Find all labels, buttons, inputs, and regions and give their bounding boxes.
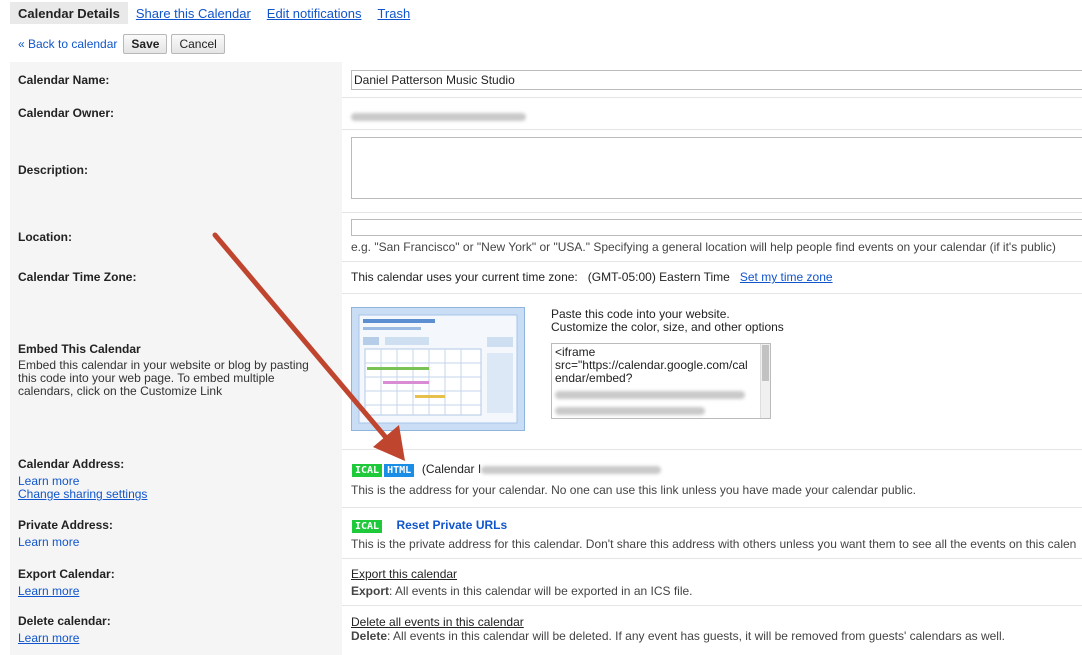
location-label: Location: — [18, 230, 72, 244]
address-note: This is the address for your calendar. N… — [351, 483, 916, 497]
tab-share-calendar[interactable]: Share this Calendar — [128, 2, 259, 24]
embed-paste-text: Paste this code into your website. — [551, 307, 730, 321]
delete-all-events-link[interactable]: Delete all events in this calendar — [351, 615, 524, 629]
owner-email-redacted — [351, 109, 526, 123]
tab-edit-notifications[interactable]: Edit notifications — [259, 2, 370, 24]
tab-bar: Calendar Details Share this Calendar Edi… — [10, 2, 418, 24]
embed-code-redacted — [555, 404, 767, 417]
calendar-id-redacted — [481, 465, 662, 474]
embed-code-redacted — [555, 388, 767, 401]
customize-options-link[interactable]: Customize the color, size, and other opt… — [551, 320, 784, 334]
label-cell — [10, 605, 342, 655]
tab-calendar-details[interactable]: Calendar Details — [10, 2, 128, 24]
label-cell — [10, 507, 342, 558]
cancel-button[interactable]: Cancel — [171, 34, 225, 54]
location-input[interactable] — [351, 219, 1082, 236]
delete-note: Delete: All events in this calendar will… — [351, 629, 1005, 643]
location-hint: e.g. "San Francisco" or "New York" or "U… — [351, 240, 1056, 254]
calendar-address-label: Calendar Address: — [18, 457, 125, 471]
embed-label: Embed This Calendar — [18, 342, 141, 356]
delete-bold: Delete — [351, 629, 388, 643]
calendar-name-value: Daniel Patterson Music Studio — [354, 73, 515, 87]
embed-code-textarea[interactable]: <iframe src="https://calendar.google.com… — [551, 343, 771, 419]
private-address-label: Private Address: — [18, 518, 113, 532]
tab-trash[interactable]: Trash — [369, 2, 418, 24]
calendar-name-label: Calendar Name: — [18, 73, 110, 87]
change-sharing-settings-link[interactable]: Change sharing settings — [18, 487, 147, 501]
address-learn-more-link[interactable]: Learn more — [18, 474, 79, 488]
private-badges: ICAL Reset Private URLs — [351, 518, 507, 534]
row-embed: Embed This Calendar Embed this calendar … — [10, 293, 1082, 450]
description-textarea[interactable] — [351, 137, 1082, 199]
timezone-info: This calendar uses your current time zon… — [351, 270, 833, 284]
address-badges: ICAL HTML (Calendar I — [351, 462, 662, 478]
description-label: Description: — [18, 163, 89, 177]
timezone-value: (GMT-05:00) Eastern Time — [587, 270, 730, 284]
embed-code-line: endar/embed? — [555, 371, 633, 385]
row-calendar-name: Calendar Name: Daniel Patterson Music St… — [10, 62, 1082, 98]
delete-calendar-label: Delete calendar: — [18, 614, 111, 628]
export-calendar-label: Export Calendar: — [18, 567, 115, 581]
row-calendar-owner: Calendar Owner: — [10, 97, 1082, 130]
export-bold: Export — [351, 584, 390, 598]
calendar-name-input[interactable]: Daniel Patterson Music Studio — [351, 70, 1082, 90]
row-timezone: Calendar Time Zone: This calendar uses y… — [10, 261, 1082, 294]
row-description: Description: — [10, 129, 1082, 213]
private-ical-badge[interactable]: ICAL — [351, 519, 384, 534]
embed-code-scrollbar[interactable] — [760, 344, 770, 418]
private-learn-more-link[interactable]: Learn more — [18, 535, 79, 549]
row-export-calendar: Export Calendar: Learn more Export this … — [10, 558, 1082, 606]
save-button[interactable]: Save — [123, 34, 168, 54]
export-learn-more-link[interactable]: Learn more — [18, 584, 79, 598]
timezone-text: This calendar uses your current time zon… — [351, 270, 578, 284]
calendar-owner-label: Calendar Owner: — [18, 106, 115, 120]
row-private-address: Private Address: Learn more ICAL Reset P… — [10, 507, 1082, 559]
embed-description: Embed this calendar in your website or b… — [18, 359, 309, 398]
export-note-text: : All events in this calendar will be ex… — [389, 584, 693, 598]
row-delete-calendar: Delete calendar: Learn more Delete all e… — [10, 605, 1082, 655]
embed-calendar-illustration — [351, 307, 525, 431]
private-note: This is the private address for this cal… — [351, 537, 1077, 551]
delete-note-text: : All events in this calendar will be de… — [387, 629, 1005, 643]
set-time-zone-link[interactable]: Set my time zone — [740, 270, 833, 284]
action-bar: « Back to calendar Save Cancel — [18, 34, 225, 54]
export-calendar-link[interactable]: Export this calendar — [351, 567, 457, 581]
embed-desc-line: calendars, click on the Customize Link — [18, 384, 223, 398]
row-location: Location: e.g. "San Francisco" or "New Y… — [10, 212, 1082, 262]
row-calendar-address: Calendar Address: Learn more Change shar… — [10, 449, 1082, 508]
reset-private-urls-link[interactable]: Reset Private URLs — [396, 518, 507, 532]
html-badge[interactable]: HTML — [383, 463, 416, 478]
ical-badge[interactable]: ICAL — [351, 463, 384, 478]
back-to-calendar-link[interactable]: « Back to calendar — [18, 37, 117, 51]
timezone-label: Calendar Time Zone: — [18, 270, 137, 284]
export-note: Export: All events in this calendar will… — [351, 584, 693, 598]
delete-learn-more-link[interactable]: Learn more — [18, 631, 79, 645]
calendar-id-prefix: (Calendar I — [421, 462, 482, 476]
